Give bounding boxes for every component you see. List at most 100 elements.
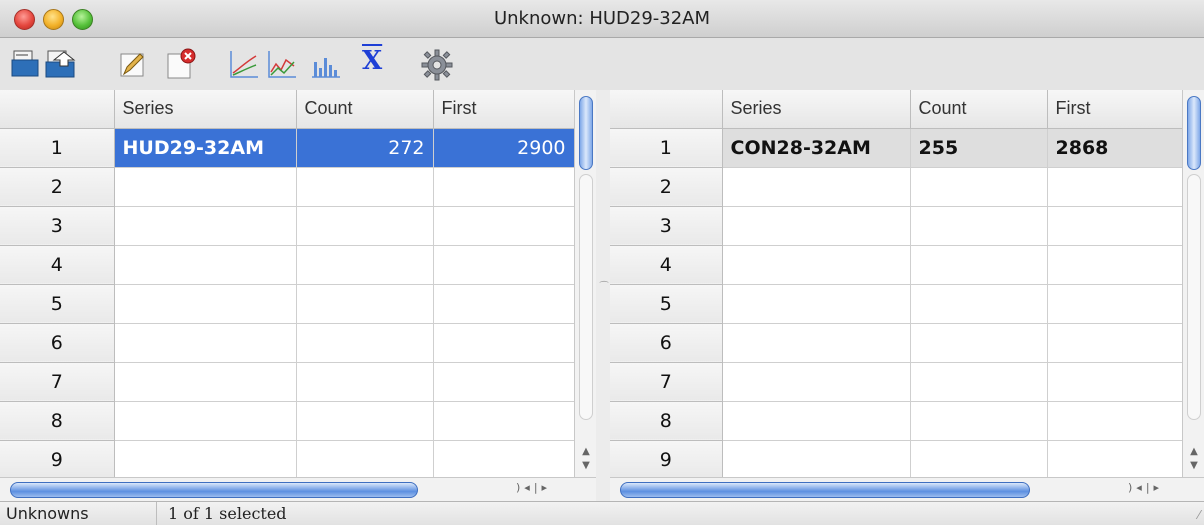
table-row[interactable]: 4 [0, 245, 575, 285]
column-header-first[interactable]: First [433, 90, 575, 129]
table-row[interactable]: 3 [610, 206, 1183, 246]
table-row[interactable]: 9 [0, 440, 575, 477]
first-cell[interactable] [433, 206, 575, 246]
open-file-icon[interactable] [10, 48, 42, 80]
series-cell[interactable] [722, 245, 911, 285]
table-row[interactable]: 5 [0, 284, 575, 324]
column-header-series[interactable]: Series [722, 90, 911, 129]
first-cell[interactable] [1047, 323, 1183, 363]
edit-icon[interactable] [118, 48, 148, 80]
series-cell[interactable]: HUD29-32AM [114, 128, 297, 168]
first-cell[interactable] [1047, 245, 1183, 285]
count-cell[interactable] [296, 284, 434, 324]
table-row[interactable]: 5 [610, 284, 1183, 324]
series-cell[interactable] [114, 362, 297, 402]
series-cell[interactable]: CON28-32AM [722, 128, 911, 168]
table-row[interactable]: 4 [610, 245, 1183, 285]
first-cell[interactable]: 2900 [433, 128, 575, 168]
count-cell[interactable] [910, 206, 1048, 246]
count-cell[interactable] [910, 440, 1048, 477]
left-vertical-scroll-track[interactable] [579, 174, 593, 420]
table-row[interactable]: 1 HUD29-32AM 272 2900 [0, 128, 575, 168]
first-cell[interactable] [1047, 284, 1183, 324]
table-row[interactable]: 7 [610, 362, 1183, 402]
table-row[interactable]: 2 [610, 167, 1183, 207]
count-cell[interactable] [910, 245, 1048, 285]
column-header-count[interactable]: Count [296, 90, 434, 129]
right-vertical-scroll-thumb[interactable] [1187, 96, 1201, 170]
series-cell[interactable] [722, 167, 911, 207]
left-vertical-scroll-thumb[interactable] [579, 96, 593, 170]
resize-grip-icon[interactable]: ⁄ [1198, 508, 1200, 522]
series-cell[interactable] [114, 206, 297, 246]
count-cell[interactable] [296, 440, 434, 477]
table-row[interactable]: 6 [0, 323, 575, 363]
table-row[interactable]: 9 [610, 440, 1183, 477]
table-row[interactable]: 7 [0, 362, 575, 402]
table-row[interactable]: 8 [610, 401, 1183, 441]
first-cell[interactable] [1047, 401, 1183, 441]
first-cell[interactable] [433, 284, 575, 324]
first-cell[interactable] [1047, 206, 1183, 246]
series-cell[interactable] [722, 362, 911, 402]
series-cell[interactable] [114, 245, 297, 285]
table-row[interactable]: 3 [0, 206, 575, 246]
first-cell[interactable] [433, 440, 575, 477]
count-cell[interactable] [910, 284, 1048, 324]
count-cell[interactable] [296, 167, 434, 207]
count-cell[interactable] [910, 362, 1048, 402]
series-cell[interactable] [722, 440, 911, 477]
save-file-icon[interactable] [44, 48, 78, 80]
series-cell[interactable] [114, 440, 297, 477]
series-cell[interactable] [722, 284, 911, 324]
settings-icon[interactable] [420, 48, 454, 81]
line-chart-icon[interactable] [228, 48, 260, 80]
split-divider[interactable]: ⁀ [596, 90, 610, 477]
left-vertical-scroll-arrows[interactable]: ▲ ▼ [575, 445, 597, 473]
column-header-first[interactable]: First [1047, 90, 1183, 129]
table-row[interactable]: 2 [0, 167, 575, 207]
right-vertical-scrollbar[interactable]: ▲ ▼ [1182, 90, 1204, 477]
series-cell[interactable] [114, 401, 297, 441]
left-horizontal-scroll-arrows[interactable]: )◂|▸ [516, 481, 551, 494]
count-cell[interactable] [296, 245, 434, 285]
first-cell[interactable] [1047, 440, 1183, 477]
series-cell[interactable] [722, 401, 911, 441]
first-cell[interactable] [1047, 167, 1183, 207]
count-cell[interactable] [296, 323, 434, 363]
right-vertical-scroll-track[interactable] [1187, 174, 1201, 420]
series-cell[interactable] [114, 323, 297, 363]
right-horizontal-scroll-arrows[interactable]: )◂|▸ [1128, 481, 1163, 494]
column-header-series[interactable]: Series [114, 90, 297, 129]
first-cell[interactable]: 2868 [1047, 128, 1183, 168]
first-cell[interactable] [433, 362, 575, 402]
left-horizontal-scrollbar[interactable]: )◂|▸ [0, 477, 596, 501]
table-row[interactable]: 6 [610, 323, 1183, 363]
count-cell[interactable]: 272 [296, 128, 434, 168]
table-row[interactable]: 8 [0, 401, 575, 441]
first-cell[interactable] [433, 167, 575, 207]
multi-line-chart-icon[interactable] [266, 48, 298, 80]
count-cell[interactable] [910, 323, 1048, 363]
count-cell[interactable]: 255 [910, 128, 1048, 168]
left-horizontal-scroll-thumb[interactable] [10, 482, 418, 498]
count-cell[interactable] [296, 362, 434, 402]
right-vertical-scroll-arrows[interactable]: ▲ ▼ [1183, 445, 1204, 473]
left-vertical-scrollbar[interactable]: ▲ ▼ [574, 90, 596, 477]
column-header-count[interactable]: Count [910, 90, 1048, 129]
count-cell[interactable] [296, 401, 434, 441]
series-cell[interactable] [722, 323, 911, 363]
divider-handle-icon[interactable]: ⁀ [600, 282, 608, 293]
bar-chart-icon[interactable] [310, 48, 342, 80]
right-horizontal-scroll-thumb[interactable] [620, 482, 1030, 498]
series-cell[interactable] [114, 284, 297, 324]
table-row[interactable]: 1 CON28-32AM 255 2868 [610, 128, 1183, 168]
remove-icon[interactable] [164, 48, 198, 80]
series-cell[interactable] [722, 206, 911, 246]
mean-icon[interactable]: X [362, 46, 382, 78]
series-cell[interactable] [114, 167, 297, 207]
first-cell[interactable] [433, 323, 575, 363]
first-cell[interactable] [433, 245, 575, 285]
first-cell[interactable] [433, 401, 575, 441]
count-cell[interactable] [296, 206, 434, 246]
